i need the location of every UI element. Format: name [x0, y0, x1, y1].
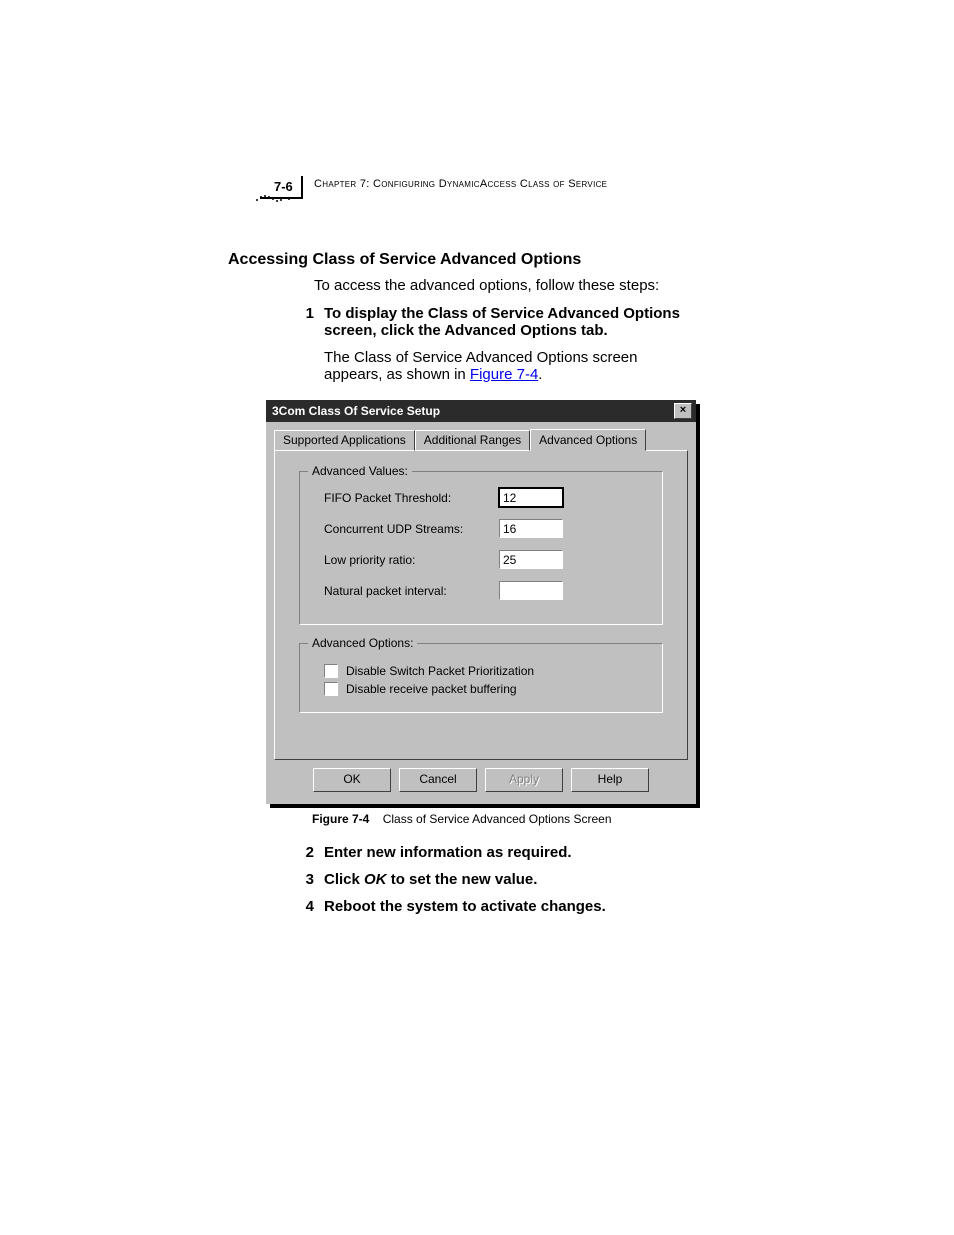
step-1-body: The Class of Service Advanced Options sc…	[324, 349, 694, 383]
apply-button[interactable]: Apply	[485, 768, 563, 792]
step-body-post: .	[538, 366, 542, 383]
group-legend: Advanced Options:	[308, 636, 417, 650]
step-number: 3	[294, 871, 314, 888]
figure-label: Figure 7-4	[312, 812, 369, 826]
disable-receive-buffering-checkbox[interactable]	[324, 682, 338, 696]
step-text: Reboot the system to activate changes.	[324, 898, 714, 915]
step-1: 1 To display the Class of Service Advanc…	[294, 305, 694, 339]
tab-panel: Advanced Values: FIFO Packet Threshold: …	[274, 450, 688, 760]
title-bar: 3Com Class Of Service Setup ×	[266, 400, 696, 422]
natural-packet-interval-input[interactable]	[499, 581, 563, 600]
udp-streams-label: Concurrent UDP Streams:	[324, 522, 499, 536]
help-button[interactable]: Help	[571, 768, 649, 792]
step3-ok: OK	[364, 871, 387, 888]
step-text: Enter new information as required.	[324, 844, 714, 861]
cancel-button[interactable]: Cancel	[399, 768, 477, 792]
running-header: Chapter 7: Configuring DynamicAccess Cla…	[314, 178, 607, 190]
fifo-threshold-input[interactable]	[499, 488, 563, 507]
group-legend: Advanced Values:	[308, 464, 412, 478]
step-number: 1	[294, 305, 314, 339]
ok-button[interactable]: OK	[313, 768, 391, 792]
step-2: 2 Enter new information as required.	[294, 844, 714, 861]
close-button[interactable]: ×	[674, 403, 692, 419]
tab-additional-ranges[interactable]: Additional Ranges	[415, 430, 530, 451]
step-text: Click OK to set the new value.	[324, 871, 714, 888]
disable-switch-prioritization-checkbox[interactable]	[324, 664, 338, 678]
low-priority-ratio-label: Low priority ratio:	[324, 553, 499, 567]
section-heading: Accessing Class of Service Advanced Opti…	[228, 251, 581, 269]
section-intro: To access the advanced options, follow t…	[314, 277, 659, 294]
low-priority-ratio-input[interactable]	[499, 550, 563, 569]
decorative-dots-icon	[254, 194, 294, 214]
figure-caption-text: Class of Service Advanced Options Screen	[383, 812, 612, 826]
dialog-title: 3Com Class Of Service Setup	[272, 404, 440, 418]
step3-post: to set the new value.	[387, 871, 538, 888]
step-3: 3 Click OK to set the new value.	[294, 871, 714, 888]
dialog-window: 3Com Class Of Service Setup × Supported …	[266, 400, 696, 804]
step-text: To display the Class of Service Advanced…	[324, 305, 694, 339]
tab-strip: Supported Applications Additional Ranges…	[274, 430, 688, 451]
step-4: 4 Reboot the system to activate changes.	[294, 898, 714, 915]
tab-advanced-options[interactable]: Advanced Options	[530, 429, 646, 451]
step3-pre: Click	[324, 871, 364, 888]
disable-switch-prioritization-label: Disable Switch Packet Prioritization	[346, 664, 534, 678]
udp-streams-input[interactable]	[499, 519, 563, 538]
disable-receive-buffering-label: Disable receive packet buffering	[346, 682, 517, 696]
fifo-threshold-label: FIFO Packet Threshold:	[324, 491, 499, 505]
natural-packet-interval-label: Natural packet interval:	[324, 584, 499, 598]
figure-link[interactable]: Figure 7-4	[470, 366, 538, 383]
step-number: 2	[294, 844, 314, 861]
figure-caption: Figure 7-4 Class of Service Advanced Opt…	[312, 812, 612, 826]
tab-supported-applications[interactable]: Supported Applications	[274, 430, 415, 451]
advanced-options-group: Advanced Options: Disable Switch Packet …	[299, 643, 663, 713]
button-row: OK Cancel Apply Help	[274, 768, 688, 792]
step-number: 4	[294, 898, 314, 915]
advanced-values-group: Advanced Values: FIFO Packet Threshold: …	[299, 471, 663, 625]
